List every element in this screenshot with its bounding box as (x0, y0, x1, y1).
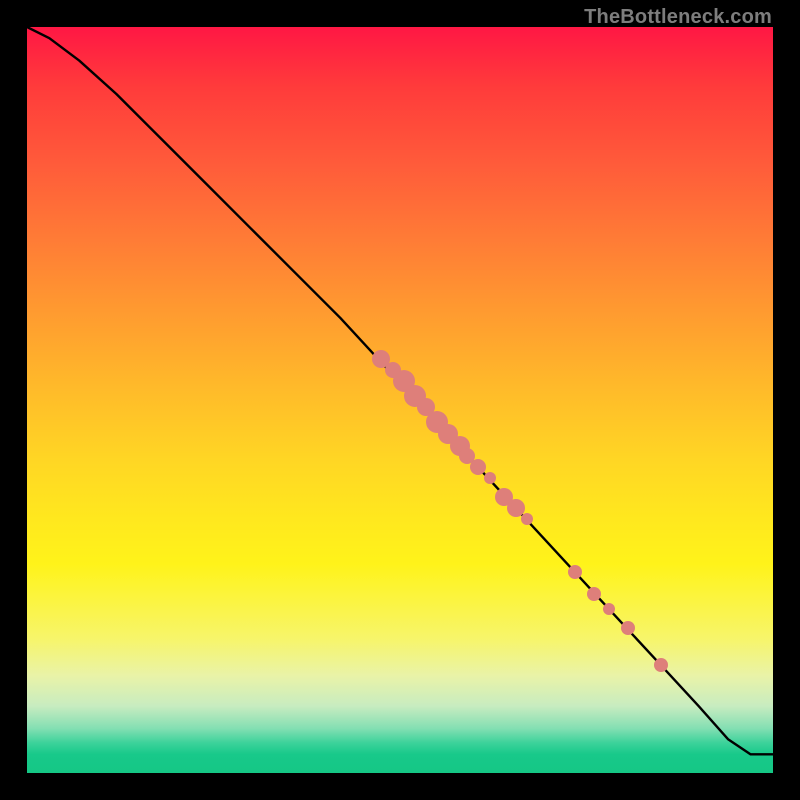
highlight-dot (568, 565, 582, 579)
highlight-dot (470, 459, 486, 475)
highlight-dot (587, 587, 601, 601)
highlight-dot (603, 603, 615, 615)
highlight-dot (654, 658, 668, 672)
highlight-dot (521, 513, 533, 525)
highlight-dot (484, 472, 496, 484)
plot-area (27, 27, 773, 773)
highlight-dot (621, 621, 635, 635)
watermark-text: TheBottleneck.com (584, 6, 772, 29)
chart-stage: TheBottleneck.com (0, 0, 800, 800)
